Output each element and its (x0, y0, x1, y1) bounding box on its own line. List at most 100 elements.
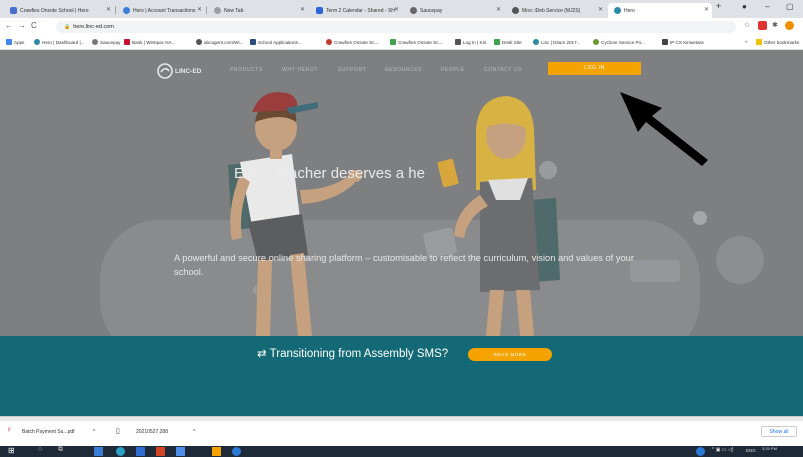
webpage: LINC-ED PRODUCTS WHY HERO? SUPPORT RESOU… (0, 50, 803, 416)
search-icon[interactable]: ○ (38, 446, 47, 455)
lock-icon: 🔒 (64, 24, 71, 30)
bookmark-desk-site[interactable]: Desk Site (494, 39, 522, 45)
apps-grid-icon (6, 39, 12, 45)
windows-taskbar: ⊞ ○ ⧉ ^ ▣ ▭ ◁) ENG 3:29 PM (0, 446, 803, 457)
log-in-button[interactable]: LOG IN (548, 62, 641, 75)
nav-contact-us[interactable]: CONTACT US (484, 67, 522, 73)
address-bar[interactable]: 🔒 hero.linc-ed.com (56, 21, 736, 33)
extension-icon[interactable] (758, 21, 767, 30)
nav-resources[interactable]: RESOURCES (385, 67, 422, 73)
bookmarks-bar: Apps Hero | Dashboard |... Saucepay Bank… (0, 36, 803, 50)
bookmark-linc[interactable]: Linc | Ditum 2017... (533, 39, 581, 45)
service-favicon-icon (512, 7, 519, 14)
folder-favicon-icon (250, 39, 256, 45)
explorer-icon[interactable] (94, 447, 103, 456)
nav-why-hero[interactable]: WHY HERO? (282, 67, 318, 73)
horizontal-scrollbar[interactable] (0, 417, 803, 421)
nav-products[interactable]: PRODUCTS (230, 67, 263, 73)
avatar[interactable] (785, 21, 794, 30)
close-icon[interactable]: ✕ (300, 6, 305, 13)
windows-start-icon[interactable]: ⊞ (8, 446, 17, 455)
web-favicon-icon (662, 39, 668, 45)
bookmark-other[interactable]: Other bookmarks (756, 39, 799, 45)
bookmark-overflow-icon[interactable]: » (745, 39, 748, 44)
chevron-up-icon[interactable]: ^ (93, 429, 95, 435)
close-icon[interactable]: ✕ (704, 6, 709, 13)
close-icon[interactable]: ✕ (394, 6, 399, 13)
tab-ideb-service[interactable]: Moo: iDeb Service (MJ2S) ✕ (506, 3, 606, 18)
close-icon[interactable]: ✕ (106, 6, 111, 13)
tab-new-tab[interactable]: New Tab ✕ (208, 3, 308, 18)
arrow-shape (620, 92, 708, 166)
app-icon[interactable] (176, 447, 185, 456)
bookmark-crawfies-2[interactable]: Crawfies Onsote Sc... (390, 39, 442, 45)
bookmark-crawfies-1[interactable]: Crawfies Onsote Sc... (326, 39, 378, 45)
system-tray-icon[interactable]: ^ ▣ ▭ ◁) (712, 447, 733, 453)
close-icon[interactable]: ✕ (598, 6, 603, 13)
saucepay-favicon-icon (92, 39, 98, 45)
browser-tab-strip: Crawfies Onsote School | Hero ✕ Hero | A… (0, 0, 803, 18)
word-icon[interactable] (136, 447, 145, 456)
nav-support[interactable]: SUPPORT (338, 67, 366, 73)
clock[interactable]: 3:29 PM (762, 446, 777, 451)
hero-favicon-icon (34, 39, 40, 45)
tab-term-calendar[interactable]: Term 2 Calendar - Shared - SH ✕ (310, 3, 402, 18)
close-icon[interactable]: ✕ (197, 6, 202, 13)
cyclone-favicon-icon (593, 39, 599, 45)
downloads-bar: ᵖ Batch Payment Su...pdf ^ ▯ 20210527.28… (0, 416, 803, 446)
powerpoint-icon[interactable] (156, 447, 165, 456)
folder-icon[interactable] (212, 447, 221, 456)
chevron-up-icon[interactable]: ^ (193, 429, 195, 435)
download-item-pdf[interactable]: Batch Payment Su...pdf (22, 429, 75, 435)
new-tab-button[interactable]: + (716, 1, 721, 11)
web-favicon-icon (455, 39, 461, 45)
linc-ed-logo[interactable]: LINC-ED (157, 63, 201, 79)
logo-text: LINC-ED (175, 67, 202, 75)
bookmark-saucepay[interactable]: Saucepay (92, 39, 120, 45)
reload-icon[interactable]: C (31, 21, 37, 30)
forward-arrow-icon[interactable]: → (18, 21, 26, 30)
bookmark-kiri-login[interactable]: Log In | Kiri (455, 39, 486, 45)
close-icon[interactable]: ✕ (496, 6, 501, 13)
calendar-favicon-icon (316, 7, 323, 14)
file-icon: ▯ (116, 428, 120, 435)
tab-hero-active[interactable]: Hero ✕ (608, 3, 712, 18)
hero-subheadline: A powerful and secure online sharing pla… (174, 253, 634, 277)
puzzle-icon[interactable]: ✱ (772, 21, 778, 29)
profile-icon[interactable]: ● (742, 2, 747, 11)
transfer-arrows-icon: ⇄ (257, 348, 267, 360)
back-arrow-icon[interactable]: ← (5, 21, 13, 30)
school-favicon-icon (10, 7, 17, 14)
browser-toolbar: ← → C 🔒 hero.linc-ed.com ☆ ✱ (0, 18, 803, 36)
bg-dot (539, 161, 557, 179)
chrome-icon[interactable] (116, 447, 125, 456)
minimize-icon[interactable]: – (765, 2, 769, 11)
bookmark-abcagent[interactable]: abcagent.com/Wi... (196, 39, 243, 45)
bookmark-hero-dashboard[interactable]: Hero | Dashboard |... (34, 39, 84, 45)
star-icon[interactable]: ☆ (744, 21, 750, 29)
bookmark-school-applications[interactable]: School Applications... (250, 39, 302, 45)
annotation-arrow-icon (620, 92, 708, 166)
bookmark-ipcs[interactable]: IP CS Kiriwetara (662, 39, 704, 45)
girl-phone (437, 158, 459, 188)
bookmark-westpac[interactable]: Bank | Westpac NA... (124, 39, 176, 45)
folder-icon (756, 39, 762, 45)
show-all-button[interactable]: Show all (761, 426, 797, 437)
onedrive-icon[interactable] (696, 447, 705, 456)
tab-saucepay[interactable]: Saucepay ✕ (404, 3, 504, 18)
download-item-file[interactable]: 20210527.288 (136, 429, 168, 435)
help-icon[interactable] (232, 447, 241, 456)
tab-crawfies-school[interactable]: Crawfies Onsote School | Hero ✕ (4, 3, 114, 18)
language-indicator[interactable]: ENG (746, 448, 756, 453)
hero-favicon-icon (614, 7, 621, 14)
check-favicon-icon (390, 39, 396, 45)
nav-people[interactable]: PEOPLE (441, 67, 465, 73)
read-more-button[interactable]: READ MORE (468, 348, 552, 361)
page-favicon-icon (214, 7, 221, 14)
bookmark-apps[interactable]: Apps (6, 39, 24, 45)
maximize-icon[interactable]: ▢ (786, 2, 794, 11)
task-view-icon[interactable]: ⧉ (58, 446, 67, 455)
bookmark-cyclone[interactable]: Cyclone Service Po... (593, 39, 645, 45)
tab-account-transactions[interactable]: Hero | Account Transactions ✕ (117, 3, 205, 18)
bank-favicon-icon (124, 39, 130, 45)
